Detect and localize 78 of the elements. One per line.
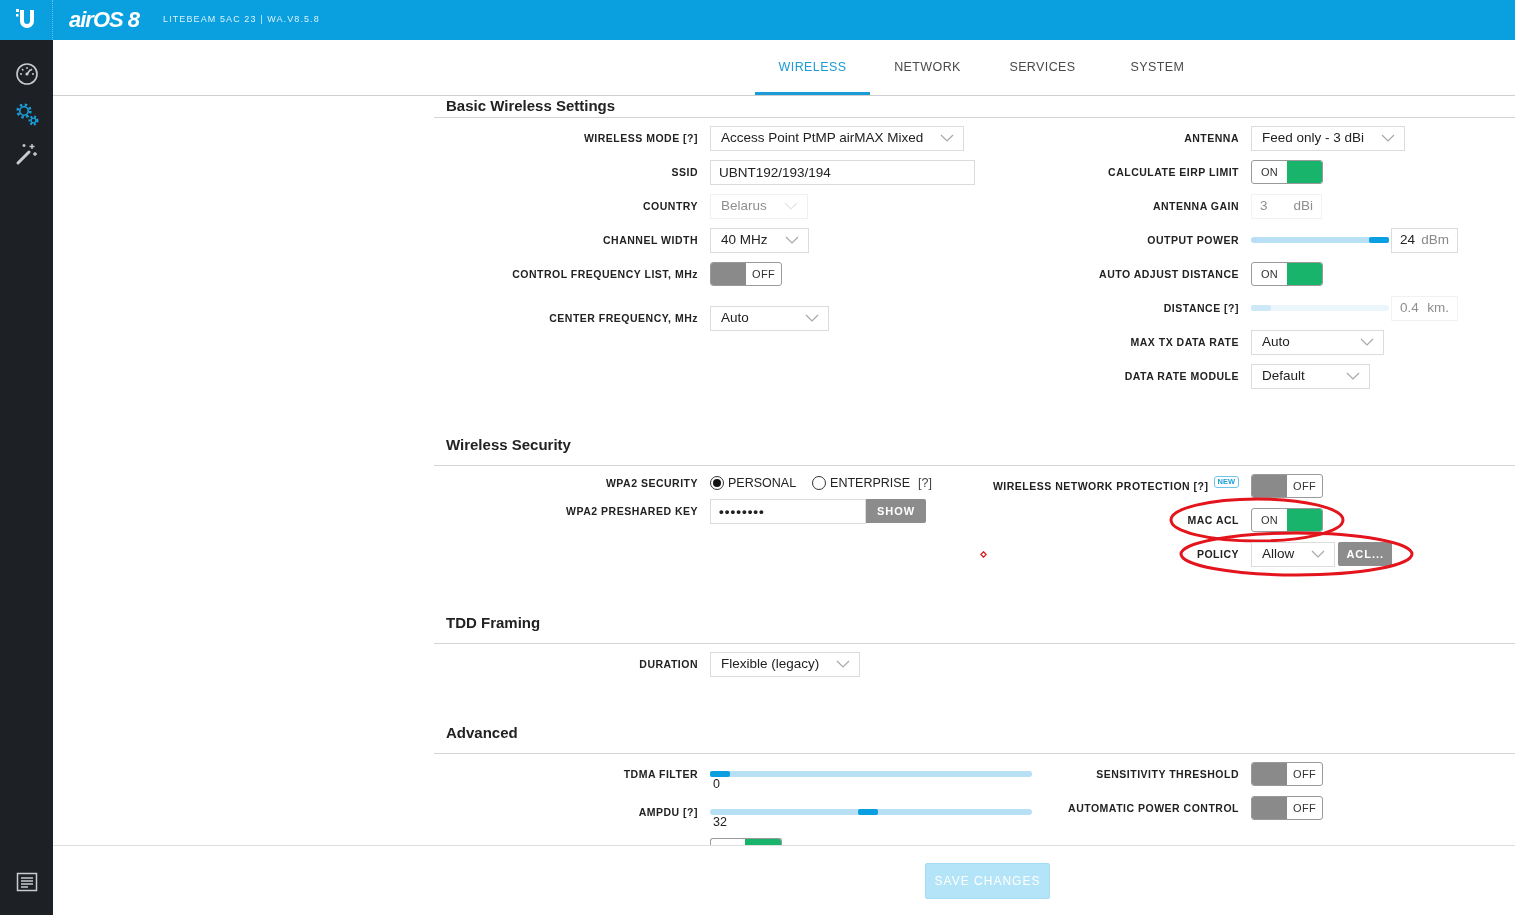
device-info: LITEBEAM 5AC 23 | WA.V8.5.8 xyxy=(163,13,320,27)
field-label: POLICY xyxy=(1196,547,1239,561)
toggle-switch[interactable]: OFF xyxy=(1251,762,1323,786)
tab[interactable]: NETWORK xyxy=(870,40,985,95)
slider-track[interactable] xyxy=(710,809,1032,815)
text-field[interactable]: UBNT192/193/194 xyxy=(710,159,975,185)
number-field[interactable]: 24 dBm xyxy=(1391,227,1458,253)
toggle-switch[interactable]: OFF xyxy=(1251,474,1323,498)
chevron-down-icon xyxy=(836,660,851,668)
tab[interactable]: SERVICES xyxy=(985,40,1100,95)
dropdown[interactable]: Flexible (legacy) xyxy=(710,651,861,677)
chevron-down-icon xyxy=(1311,550,1326,558)
chevron-down-icon xyxy=(1360,338,1374,346)
field-label: AMPDU [?] xyxy=(638,805,698,819)
slider-track[interactable] xyxy=(710,771,1032,777)
chevron-down-icon xyxy=(1346,372,1360,380)
field-label: CALCULATE EIRP LIMIT xyxy=(1108,165,1239,179)
toggle-switch[interactable]: ON xyxy=(1251,160,1323,184)
radio-label[interactable]: PERSONAL xyxy=(728,473,797,493)
radio-button[interactable] xyxy=(710,476,724,490)
dropdown[interactable]: Access Point PtMP airMAX Mixed xyxy=(710,125,965,151)
field-label: CENTER FREQUENCY, MHz xyxy=(549,311,698,325)
slider-thumb[interactable] xyxy=(710,771,730,777)
dropdown[interactable]: Auto xyxy=(1251,329,1384,355)
toggle-switch[interactable]: OFF xyxy=(710,262,782,286)
chevron-down-icon xyxy=(940,134,955,142)
chevron-down-icon xyxy=(805,314,819,322)
field-label: WPA2 SECURITY xyxy=(605,476,698,490)
field-label: DATA RATE MODULE xyxy=(1124,369,1239,383)
toggle-switch[interactable]: ON xyxy=(1251,262,1323,286)
password-field[interactable]: •••••••• xyxy=(710,498,866,524)
radio-label[interactable]: ENTERPRISE xyxy=(830,473,910,493)
dropdown[interactable]: Feed only - 3 dBi xyxy=(1251,125,1406,151)
dropdown[interactable]: 40 MHz xyxy=(710,227,809,253)
field-label: CHANNEL WIDTH xyxy=(603,233,698,247)
field-label: COUNTRY xyxy=(642,199,698,213)
dropdown[interactable]: Default xyxy=(1251,363,1370,389)
document-lines-icon[interactable] xyxy=(15,871,38,893)
slider-value: 0 xyxy=(713,777,720,791)
toggle-switch[interactable] xyxy=(710,838,782,845)
section-title: TDD Framing xyxy=(434,613,1515,644)
field-label: WIRELESS MODE [?] xyxy=(583,131,698,145)
field-label: TDMA FILTER xyxy=(623,767,698,781)
field-label: MAX TX DATA RATE xyxy=(1130,335,1239,349)
field-label: DISTANCE [?] xyxy=(1163,301,1239,315)
field-label: DURATION xyxy=(639,657,698,671)
help-link[interactable]: [?] xyxy=(918,473,932,493)
slider-value: 32 xyxy=(713,815,727,829)
field-label: OUTPUT POWER xyxy=(1147,233,1239,247)
slider-thumb[interactable] xyxy=(1369,237,1389,243)
field-label: CONTROL FREQUENCY LIST, MHz xyxy=(512,267,698,281)
field-label: AUTOMATIC POWER CONTROL xyxy=(1068,801,1239,815)
field-label: AUTO ADJUST DISTANCE xyxy=(1099,267,1239,281)
gauge-icon[interactable] xyxy=(14,62,39,86)
field-label: SSID xyxy=(671,165,698,179)
chevron-down-icon xyxy=(1381,134,1396,142)
dropdown[interactable]: Auto xyxy=(710,305,829,331)
slider-track[interactable] xyxy=(1251,237,1389,243)
gears-icon[interactable] xyxy=(14,102,39,126)
field-label: SENSITIVITY THRESHOLD xyxy=(1096,767,1239,781)
toggle-switch[interactable]: OFF xyxy=(1251,796,1323,820)
chevron-down-icon xyxy=(783,202,798,210)
section-title: Wireless Security xyxy=(434,435,1515,466)
logo-text: airOS 8 xyxy=(69,7,140,33)
radio-button[interactable] xyxy=(812,476,827,490)
field-label: MAC ACL xyxy=(1187,513,1239,527)
tab[interactable]: SYSTEM xyxy=(1100,40,1215,95)
field-label: WPA2 PRESHARED KEY xyxy=(566,504,698,518)
toggle-switch[interactable]: ON xyxy=(1251,508,1323,532)
field-label: ANTENNA xyxy=(1184,131,1239,145)
chevron-down-icon xyxy=(784,236,799,244)
section-title: Basic Wireless Settings xyxy=(434,96,1515,118)
field-label: ANTENNA GAIN xyxy=(1152,199,1239,213)
field-label: WIRELESS NETWORK PROTECTION [?] xyxy=(992,479,1209,493)
section-title: Advanced xyxy=(434,723,1515,754)
slider-thumb[interactable] xyxy=(857,809,878,815)
dropdown[interactable]: Allow xyxy=(1251,541,1336,567)
magic-wand-icon[interactable] xyxy=(14,142,39,166)
